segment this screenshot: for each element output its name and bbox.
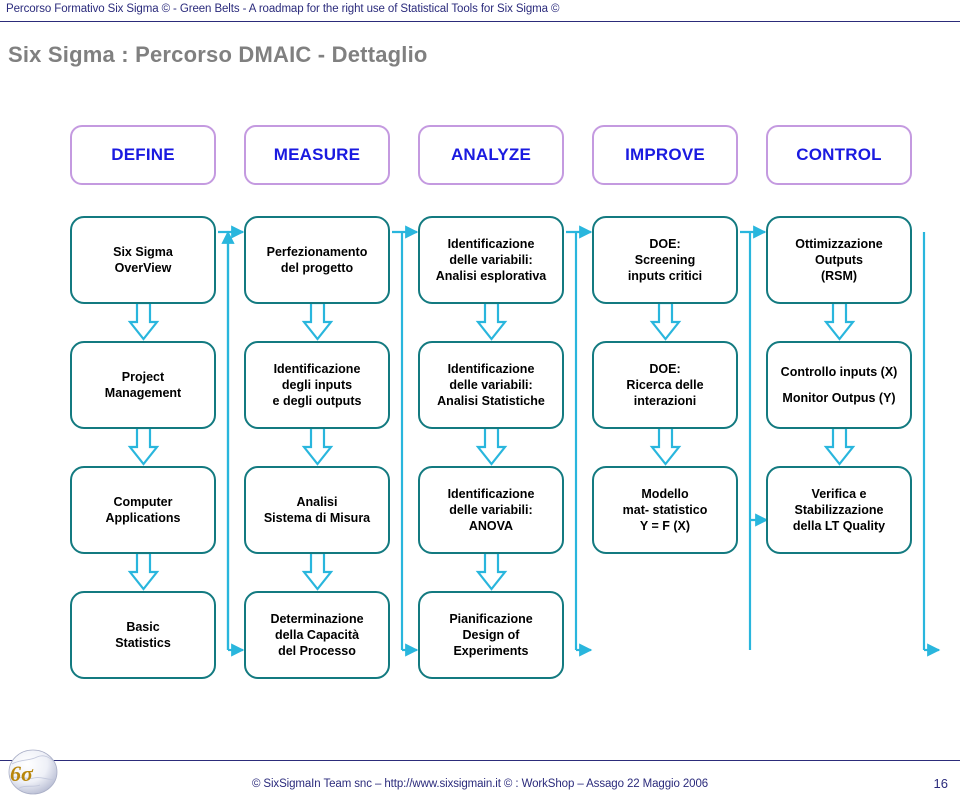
- flow-box-text: Verifica e Stabilizzazione della LT Qualit…: [792, 487, 886, 533]
- flow-box-text: Computer Applications: [105, 495, 181, 525]
- flow-box-r3c2[interactable]: Analisi Sistema di Misura: [244, 466, 390, 554]
- flow-box-r1c1[interactable]: Six Sigma OverView: [70, 216, 216, 304]
- flow-box-text: Project Management: [104, 370, 182, 400]
- flow-box-text: Controllo inputs (X) Monitor Outpus (Y): [780, 364, 898, 405]
- flow-box-r3c1[interactable]: Computer Applications: [70, 466, 216, 554]
- flow-box-text: DOE: Screening inputs critici: [627, 237, 703, 283]
- flow-box-text: Analisi Sistema di Misura: [263, 495, 371, 525]
- flow-box-r2c5[interactable]: Controllo inputs (X) Monitor Outpus (Y): [766, 341, 912, 429]
- flow-box-r4c2[interactable]: Determinazione della Capacità del Processo: [244, 591, 390, 679]
- flow-box-text: Identificazione delle variabili: Analisi e…: [435, 237, 547, 283]
- flow-box-r1c4[interactable]: DOE: Screening inputs critici: [592, 216, 738, 304]
- flow-box-text: Identificazione delle variabili: Analisi S…: [437, 362, 545, 408]
- flow-box-r4c1[interactable]: Basic Statistics: [70, 591, 216, 679]
- flow-box-text: Pianificazione Design of Experiments: [449, 612, 533, 658]
- flow-box-r1c2[interactable]: Perfezionamento del progetto: [244, 216, 390, 304]
- flow-box-r3c4[interactable]: Modello mat- statistico Y = F (X): [592, 466, 738, 554]
- flow-box-text: Basic Statistics: [115, 620, 171, 650]
- flow-box-text: Six Sigma OverView: [113, 245, 173, 275]
- flow-box-text: Perfezionamento del progetto: [266, 245, 368, 275]
- flow-box-text: Identificazione degli inputs e degli outpu…: [272, 362, 362, 408]
- flow-box-r1c3[interactable]: Identificazione delle variabili: Analisi e…: [418, 216, 564, 304]
- slide-canvas: Percorso Formativo Six Sigma © - Green B…: [0, 0, 960, 800]
- flow-box-text: Identificazione delle variabili: ANOVA: [447, 487, 535, 533]
- flow-box-r3c3[interactable]: Identificazione delle variabili: ANOVA: [418, 466, 564, 554]
- flow-box-r2c4[interactable]: DOE: Ricerca delle interazioni: [592, 341, 738, 429]
- flow-box-text: Modello mat- statistico Y = F (X): [622, 487, 708, 533]
- flow-box-r2c2[interactable]: Identificazione degli inputs e degli outpu…: [244, 341, 390, 429]
- flow-box-r1c5[interactable]: Ottimizzazione Outputs (RSM): [766, 216, 912, 304]
- flow-box-r2c3[interactable]: Identificazione delle variabili: Analisi S…: [418, 341, 564, 429]
- flow-box-r3c5[interactable]: Verifica e Stabilizzazione della LT Qualit…: [766, 466, 912, 554]
- flow-box-text: Ottimizzazione Outputs (RSM): [795, 237, 883, 283]
- flow-box-text: DOE: Ricerca delle interazioni: [626, 362, 704, 408]
- flow-box-r4c3[interactable]: Pianificazione Design of Experiments: [418, 591, 564, 679]
- flow-box-text: Determinazione della Capacità del Processo: [270, 612, 364, 658]
- flow-box-r2c1[interactable]: Project Management: [70, 341, 216, 429]
